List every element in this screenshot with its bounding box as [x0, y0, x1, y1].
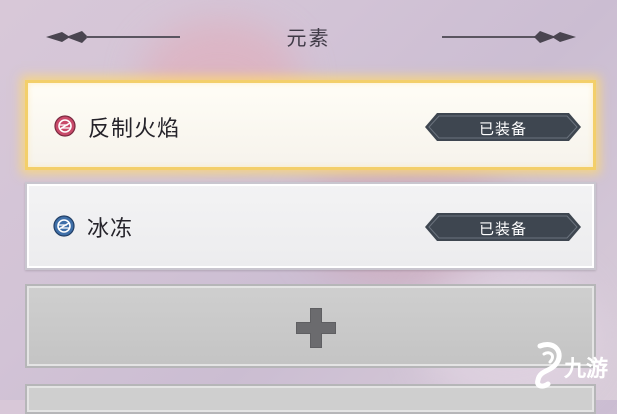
watermark-logo-icon: 九游	[535, 342, 608, 389]
element-slot-1[interactable]: 反制火焰 已装备	[25, 80, 596, 170]
element-name: 冰冻	[87, 217, 134, 242]
element-name: 反制火焰	[88, 117, 181, 142]
equipped-badge: 已装备	[425, 212, 581, 242]
add-element-slot[interactable]	[25, 384, 596, 414]
add-element-slot[interactable]	[25, 284, 596, 368]
header-ornament-right-icon	[442, 31, 576, 43]
panel-header: 元素	[0, 14, 617, 54]
watermark-text: 九游	[563, 356, 608, 382]
equipped-status-text: 已装备	[478, 220, 527, 238]
freeze-element-icon	[53, 215, 75, 237]
element-slot-2[interactable]: 冰冻 已装备	[25, 182, 596, 270]
equipped-badge: 已装备	[425, 112, 581, 142]
plus-icon	[296, 308, 336, 348]
equipped-status-text: 已装备	[478, 120, 527, 138]
counter-fire-element-icon	[54, 115, 76, 137]
